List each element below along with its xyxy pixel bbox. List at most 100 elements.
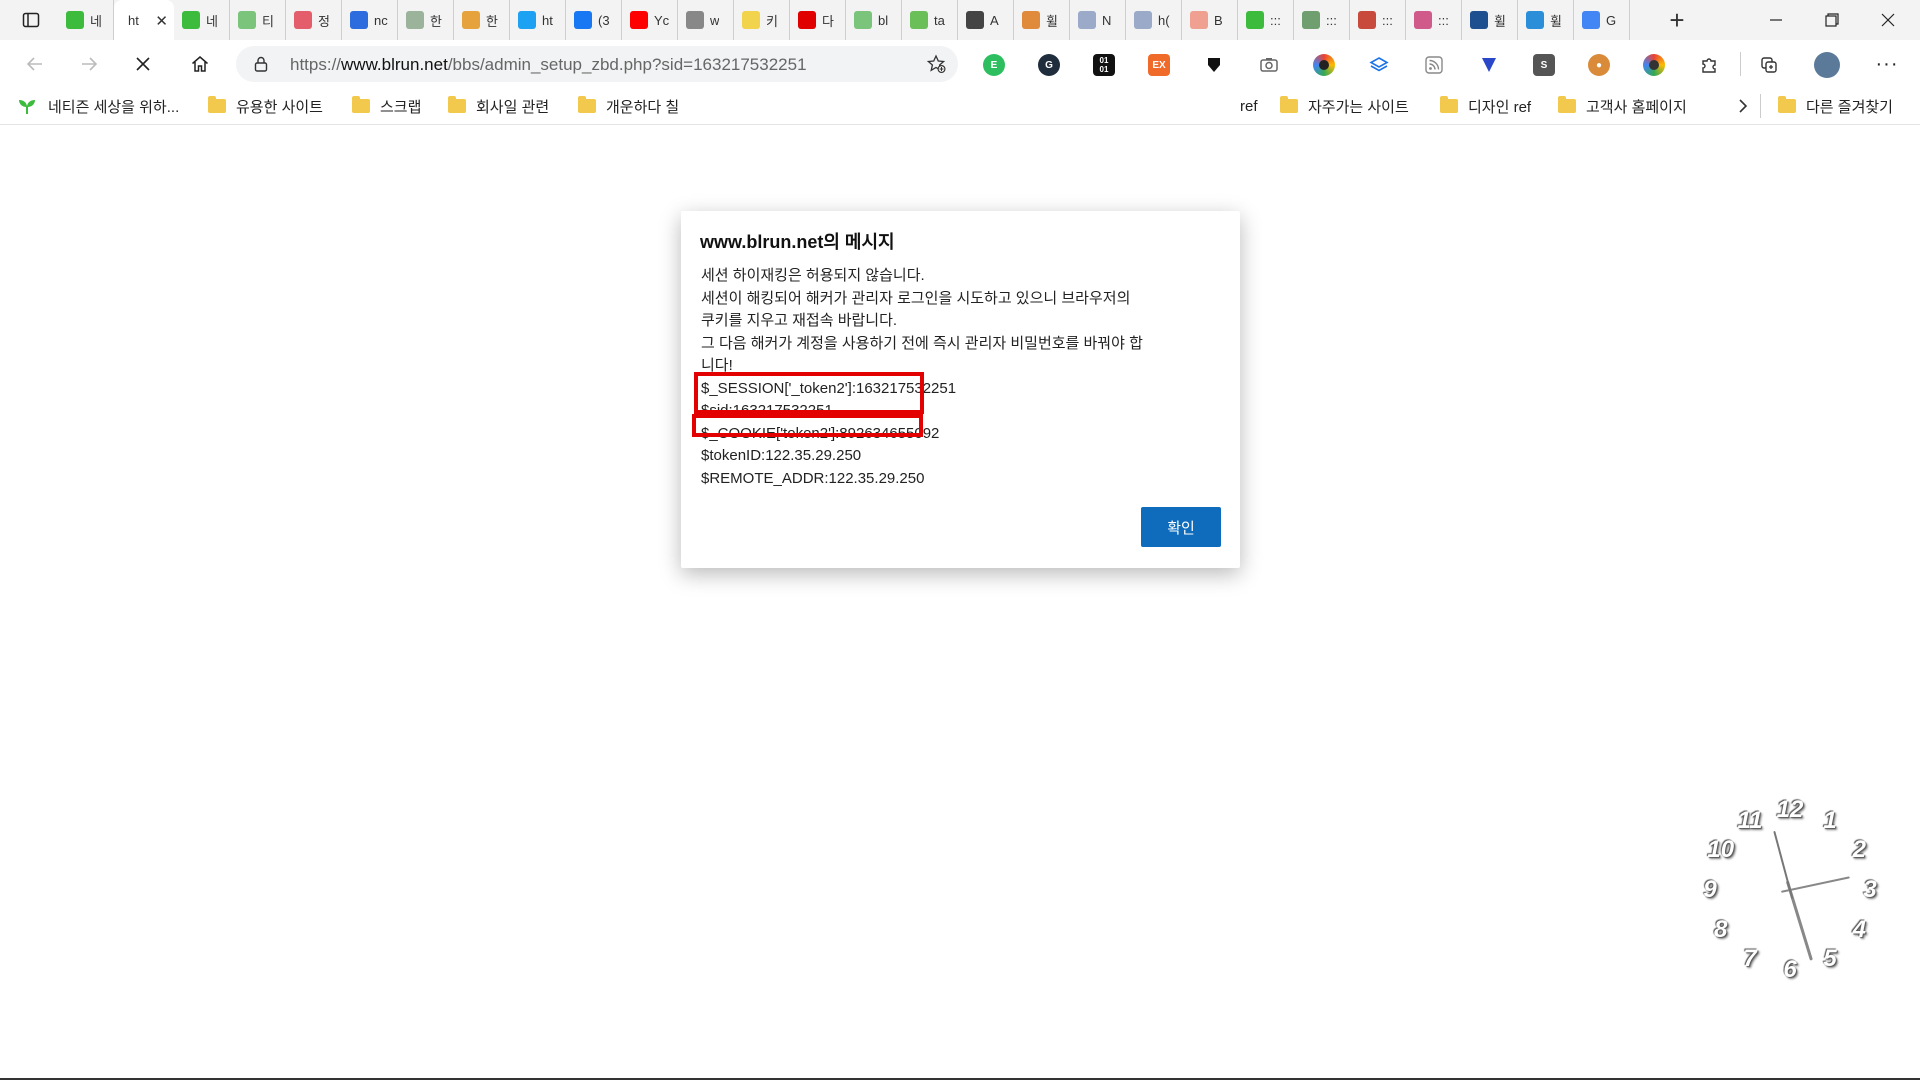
settings-more-icon[interactable]: ··· (1872, 52, 1902, 76)
folder-icon (208, 96, 226, 113)
browser-tab[interactable]: ta (902, 0, 958, 40)
browser-tab[interactable]: bl (846, 0, 902, 40)
a-favicon-icon (966, 11, 984, 29)
tab-list: 네 ht ✕ 네 티 정 nc 한 한 ht (3 Yc w 키 다 bl ta A 휠 Nh(B::::::::::… (58, 0, 1630, 40)
message-line: 쿠키를 지우고 재접속 바랍니다. (701, 312, 898, 329)
close-tab-icon[interactable]: ✕ (155, 12, 168, 30)
color-wheel-extension-icon[interactable] (1643, 54, 1665, 76)
favorite-folder-work[interactable]: 회사일 관련 (448, 94, 549, 118)
ex-extension-icon[interactable]: EX (1148, 54, 1170, 76)
extensions-puzzle-icon[interactable] (1698, 54, 1720, 76)
address-bar[interactable]: https://www.blrun.net/bbs/admin_setup_zb… (236, 46, 958, 82)
restore-button[interactable] (1804, 0, 1860, 40)
tab-title: ta (934, 12, 945, 28)
toolbar: https://www.blrun.net/bbs/admin_setup_zb… (0, 40, 1920, 88)
s-extension-icon[interactable]: S (1533, 54, 1555, 76)
browser-tab[interactable]: 정 (286, 0, 342, 40)
browser-tab[interactable]: 한 (454, 0, 510, 40)
profile-avatar[interactable] (1814, 52, 1840, 78)
favorite-folder-other[interactable]: 다른 즐겨찾기 (1778, 94, 1893, 118)
browser-tab[interactable]: ::: (1294, 0, 1350, 40)
add-favorite-icon[interactable] (926, 54, 946, 74)
favorite-ref-partial[interactable]: ref (1240, 94, 1258, 118)
collections-icon[interactable] (1758, 54, 1780, 76)
favorite-folder-useful-sites[interactable]: 유용한 사이트 (208, 94, 323, 118)
favorite-folder-client-homepages[interactable]: 고객사 홈페이지 (1558, 94, 1687, 118)
ok-button[interactable]: 확인 (1141, 507, 1221, 547)
browser-tab[interactable]: ::: (1406, 0, 1462, 40)
color-picker-extension-icon[interactable] (1313, 54, 1335, 76)
minimize-button[interactable] (1748, 0, 1804, 40)
layers-extension-icon[interactable] (1368, 54, 1390, 76)
download-arrow-extension-icon[interactable] (1478, 54, 1500, 76)
browser-tab[interactable]: A (958, 0, 1014, 40)
cookie-extension-icon[interactable]: ● (1588, 54, 1610, 76)
favorite-folder-frequent-sites[interactable]: 자주가는 사이트 (1280, 94, 1409, 118)
browser-tab[interactable]: nc (342, 0, 398, 40)
back-button[interactable] (18, 49, 52, 79)
ghostery-extension-icon[interactable]: G (1038, 54, 1060, 76)
tab-title: Yc (654, 12, 670, 28)
url-text[interactable]: https://www.blrun.net/bbs/admin_setup_zb… (290, 55, 807, 75)
browser-tab[interactable]: 네 (58, 0, 114, 40)
pocket-download-icon[interactable] (1203, 54, 1225, 76)
b-favicon-icon (1190, 11, 1208, 29)
binary-extension-icon[interactable]: 01 01 (1093, 54, 1115, 76)
browser-tab[interactable]: Yc (622, 0, 678, 40)
folder-icon (1778, 96, 1796, 113)
NH-favicon-icon (1134, 11, 1152, 29)
browser-tab[interactable]: 다 (790, 0, 846, 40)
browser-tab[interactable]: B (1182, 0, 1238, 40)
browser-tab[interactable]: 휠 (1518, 0, 1574, 40)
tab-title: 정 (318, 13, 330, 29)
browser-tab[interactable]: G (1574, 0, 1630, 40)
browser-tab[interactable]: N (1070, 0, 1126, 40)
forward-button[interactable] (72, 49, 106, 79)
new-tab-button[interactable]: + (1660, 5, 1694, 35)
clock-number: 10 (1707, 836, 1735, 863)
browser-tab[interactable]: 휠 (1014, 0, 1070, 40)
favorite-folder-scrap[interactable]: 스크랩 (352, 94, 421, 118)
browser-tab[interactable]: 키 (734, 0, 790, 40)
camera-extension-icon[interactable] (1258, 54, 1280, 76)
close-window-button[interactable] (1860, 0, 1916, 40)
browser-tab[interactable]: 휠 (1462, 0, 1518, 40)
tab-title: 네 (206, 13, 218, 29)
sprout-favicon-icon (182, 11, 200, 29)
clock-number: 5 (1823, 945, 1837, 973)
clock-number: 7 (1743, 945, 1757, 973)
tab-strip: 네 ht ✕ 네 티 정 nc 한 한 ht (3 Yc w 키 다 bl ta A 휠 Nh(B::::::::::… (0, 0, 1920, 40)
browser-tab[interactable]: h( (1126, 0, 1182, 40)
browser-tab[interactable]: (3 (566, 0, 622, 40)
chevron-right-icon[interactable] (1733, 96, 1753, 116)
browser-tab[interactable]: ht ✕ (114, 0, 174, 40)
lock-icon[interactable] (252, 55, 270, 73)
stop-loading-button[interactable] (126, 49, 160, 79)
sprout-favicon-icon (238, 11, 256, 29)
favorite-netizen[interactable]: 네티즌 세상을 위하... (18, 94, 179, 118)
favorites-separator (1760, 94, 1761, 118)
rss-extension-icon[interactable] (1423, 54, 1445, 76)
favorite-folder-refresh[interactable]: 개운하다 칠 (578, 94, 679, 118)
browser-tab[interactable]: 티 (230, 0, 286, 40)
tab-title: 한 (486, 13, 498, 29)
browser-tab[interactable]: 네 (174, 0, 230, 40)
browser-tab[interactable]: 한 (398, 0, 454, 40)
sprout-favicon-icon (854, 11, 872, 29)
browser-tab[interactable]: ::: (1350, 0, 1406, 40)
browser-tab[interactable]: w (678, 0, 734, 40)
clock-hour-hand (1781, 876, 1850, 893)
browser-tab[interactable]: ::: (1238, 0, 1294, 40)
circle-favicon-icon (1358, 11, 1376, 29)
tab-actions-icon[interactable] (12, 6, 50, 34)
tab-title: 키 (766, 13, 778, 29)
favorite-folder-design-ref[interactable]: 디자인 ref (1440, 94, 1531, 118)
browser-tab[interactable]: ht (510, 0, 566, 40)
sprout-favicon-icon (66, 11, 84, 29)
puzzle-favicon-icon (1414, 11, 1432, 29)
tab-title: (3 (598, 12, 610, 28)
evernote-extension-icon[interactable]: E (983, 54, 1005, 76)
f-favicon-icon (574, 11, 592, 29)
google-favicon-icon (1582, 11, 1600, 29)
home-button[interactable] (183, 49, 217, 79)
